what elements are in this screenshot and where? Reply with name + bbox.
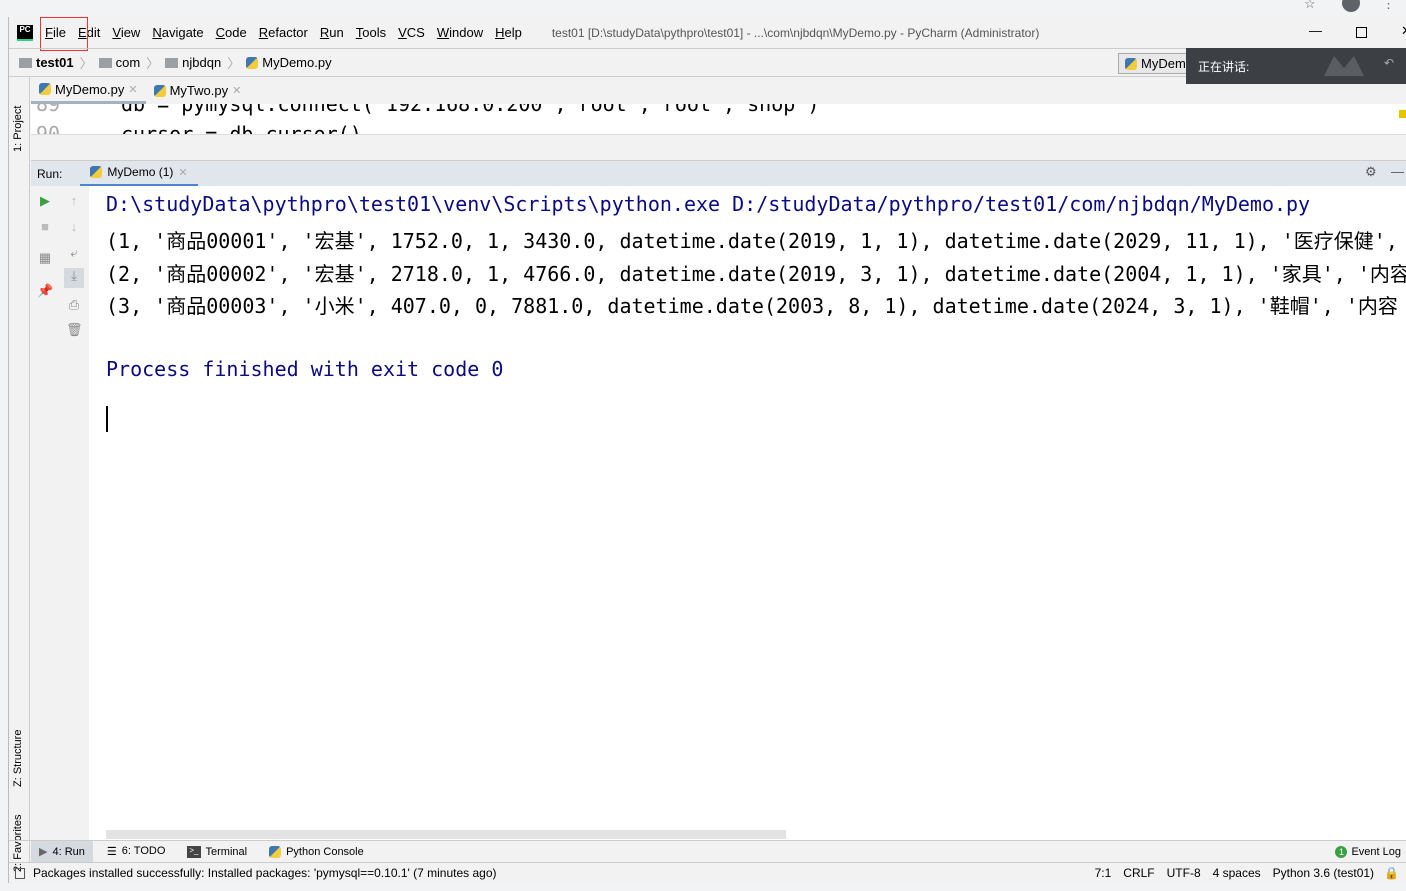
up-arrow-icon[interactable]: ↑ — [66, 193, 82, 209]
python-file-icon — [246, 56, 259, 69]
status-bar: Packages installed successfully: Install… — [9, 862, 1406, 883]
title-bar: PC File Edit View Navigate Code Refactor… — [9, 17, 1406, 51]
python-icon — [1125, 57, 1137, 70]
terminal-tool-button[interactable]: >_ Terminal — [187, 845, 247, 858]
breadcrumb-njbdqn[interactable]: njbdqn — [165, 55, 221, 70]
console-line: (3, '商品00003', '小米', 407.0, 0, 7881.0, d… — [106, 294, 1398, 318]
console-line: (2, '商品00002', '宏基', 2718.0, 1, 4766.0, … — [106, 262, 1406, 286]
python-icon — [269, 845, 282, 858]
left-tool-strip: 1: Project Z: Structure 2: Favorites — [9, 77, 30, 872]
down-arrow-icon[interactable]: ↓ — [66, 219, 82, 235]
code-line: db = pymysql.connect('192.168.0.200','ro… — [121, 104, 820, 116]
bookmark-star-icon[interactable]: ☆ — [1304, 0, 1316, 12]
menu-code[interactable]: Code — [216, 25, 247, 40]
file-encoding[interactable]: UTF-8 — [1167, 866, 1201, 880]
python-file-icon — [153, 84, 166, 97]
code-line: cursor = db.cursor() — [121, 122, 362, 135]
python-icon — [90, 166, 103, 178]
speaking-label: 正在讲话: — [1198, 59, 1250, 74]
indent-setting[interactable]: 4 spaces — [1213, 866, 1261, 880]
tab-mydemo[interactable]: MyDemo.py ✕ — [31, 77, 146, 104]
code-editor[interactable]: 89 db = pymysql.connect('192.168.0.200',… — [31, 104, 1406, 135]
menu-window[interactable]: Window — [437, 25, 483, 40]
python-console-button[interactable]: Python Console — [269, 845, 364, 858]
line-separator[interactable]: CRLF — [1123, 866, 1154, 880]
window-title: test01 [D:\studyData\pythpro\test01] - .… — [551, 25, 1040, 40]
minimize-button[interactable]: — — [1309, 23, 1322, 38]
close-tab-icon[interactable]: ✕ — [128, 83, 137, 96]
pin-icon[interactable]: 📌 — [37, 283, 53, 299]
layout-icon[interactable]: ▦ — [37, 250, 53, 266]
interpreter-setting[interactable]: Python 3.6 (test01) — [1273, 866, 1374, 880]
browser-toolbar: ☆ ⋮ — [0, 0, 1406, 17]
horizontal-scrollbar[interactable] — [106, 830, 786, 839]
bottom-tool-bar: ▶ 4: Run ☰ 6: TODO >_ Terminal Python Conso… — [9, 840, 1406, 862]
run-toolbar: ▶ ■ ▦ 📌 ↑ ↓ ⤶ ⤓ ⎙ 🗑 — [31, 186, 89, 840]
lock-icon[interactable]: 🔒 — [1384, 866, 1399, 880]
breadcrumb-file[interactable]: MyDemo.py — [246, 55, 332, 70]
pycharm-logo-icon: PC — [17, 24, 33, 41]
stop-icon[interactable]: ■ — [37, 219, 53, 235]
close-tab-icon[interactable]: ✕ — [178, 166, 187, 179]
project-tool-button[interactable]: 1: Project — [12, 106, 24, 152]
text-cursor — [106, 406, 108, 432]
caret-position[interactable]: 7:1 — [1095, 866, 1112, 880]
status-message[interactable]: Packages installed successfully: Install… — [33, 866, 497, 880]
soft-wrap-icon[interactable]: ⤶ — [66, 245, 82, 261]
console-line: D:\studyData\pythpro\test01\venv\Scripts… — [106, 192, 1311, 216]
line-number: 89 — [36, 104, 61, 116]
maximize-button[interactable] — [1356, 27, 1367, 38]
menu-navigate[interactable]: Navigate — [152, 25, 203, 40]
menu-run[interactable]: Run — [320, 25, 344, 40]
run-tool-button[interactable]: ▶ 4: Run — [31, 841, 93, 862]
close-window-button[interactable]: ✕ — [1401, 23, 1406, 39]
speaking-overlay: 正在讲话: ↶ — [1186, 48, 1406, 84]
menu-view[interactable]: View — [112, 25, 140, 40]
run-tab[interactable]: MyDemo (1) ✕ — [80, 161, 198, 187]
menu-refactor[interactable]: Refactor — [259, 25, 308, 40]
folder-icon — [19, 57, 32, 68]
scroll-to-end-icon[interactable]: ⤓ — [64, 268, 84, 288]
close-tab-icon[interactable]: ✕ — [232, 84, 241, 97]
menu-dots-icon[interactable]: ⋮ — [1382, 0, 1395, 12]
tab-mytwo[interactable]: MyTwo.py ✕ — [146, 77, 250, 104]
todo-tool-button[interactable]: ☰ 6: TODO — [107, 845, 165, 858]
menu-tools[interactable]: Tools — [356, 25, 386, 40]
line-number: 90 — [36, 122, 61, 135]
breadcrumb-com[interactable]: com — [98, 55, 140, 70]
run-label: Run: — [37, 166, 63, 181]
console-output[interactable]: D:\studyData\pythpro\test01\venv\Scripts… — [89, 186, 1406, 840]
structure-tool-button[interactable]: Z: Structure — [12, 730, 24, 787]
rerun-icon[interactable]: ▶ — [37, 193, 53, 209]
event-count-badge: 1 — [1335, 845, 1348, 858]
print-icon[interactable]: ⎙ — [66, 297, 82, 313]
trash-icon[interactable]: 🗑 — [66, 322, 83, 338]
profile-avatar-icon[interactable] — [1342, 0, 1360, 12]
folder-icon — [98, 57, 112, 68]
reply-icon[interactable]: ↶ — [1384, 56, 1394, 70]
pycharm-window: PC File Edit View Navigate Code Refactor… — [8, 17, 1406, 883]
console-line: Process finished with exit code 0 — [106, 357, 504, 381]
event-log-button[interactable]: 1 Event Log — [1335, 845, 1401, 858]
console-line: (1, '商品00001', '宏基', 1752.0, 1, 3430.0, … — [106, 229, 1406, 253]
python-file-icon — [39, 83, 51, 95]
warning-marker[interactable] — [1399, 110, 1406, 118]
run-panel-header: Run: MyDemo (1) ✕ ⚙ — — [31, 160, 1406, 187]
folder-icon — [165, 57, 179, 68]
toggle-panels-icon[interactable] — [15, 867, 25, 879]
menu-help[interactable]: Help — [495, 25, 522, 40]
highlight-box — [40, 17, 88, 51]
hide-panel-icon[interactable]: — — [1391, 164, 1404, 179]
menu-vcs[interactable]: VCS — [398, 25, 425, 40]
breadcrumb-test01[interactable]: test01 — [19, 55, 74, 70]
gear-icon[interactable]: ⚙ — [1365, 164, 1377, 180]
app-logo-icon — [1324, 56, 1364, 76]
